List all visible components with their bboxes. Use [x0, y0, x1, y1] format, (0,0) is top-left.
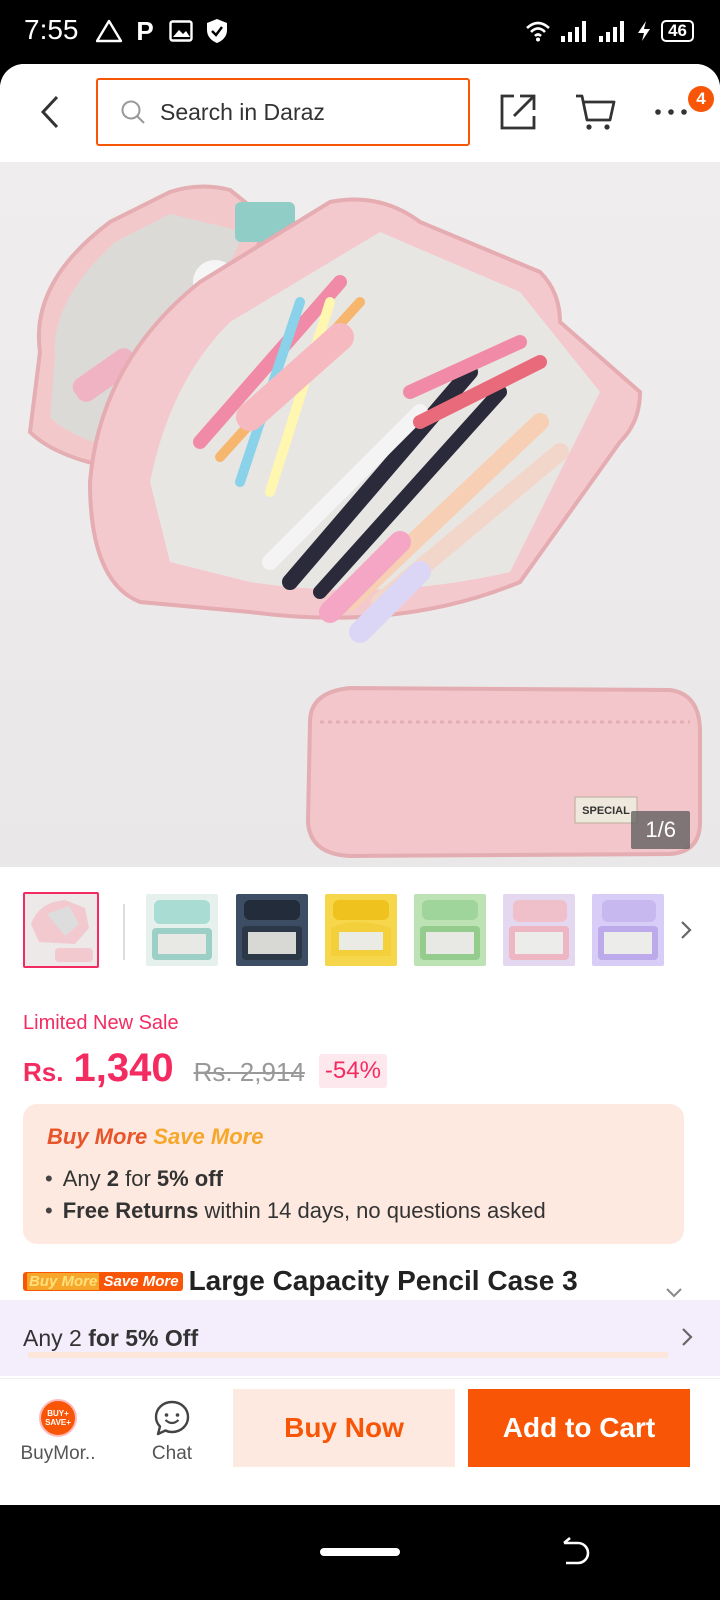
buy-more-button[interactable]: BUY+ SAVE+ BuyMor.. [8, 1399, 108, 1479]
thumbnail-image [146, 894, 218, 966]
search-input[interactable]: Search in Daraz [96, 78, 470, 146]
parking-icon: P [136, 15, 154, 46]
chat-icon [154, 1400, 190, 1436]
thumbnail-image [25, 894, 97, 966]
signal-icon [559, 18, 589, 44]
buy-more-save-more-logo: Buy More Save More [47, 1124, 264, 1149]
thumbnail-1[interactable] [23, 892, 99, 968]
thumbnail-image [414, 894, 486, 966]
offer-text: Any 2 for 5% Off [23, 1324, 199, 1351]
thumbnail-image [592, 894, 664, 966]
price-currency: Rs. [23, 1057, 64, 1087]
buy-more-icon: BUY+ SAVE+ [39, 1399, 77, 1437]
signal-icon-2 [597, 18, 627, 44]
share-icon [500, 94, 536, 130]
wifi-icon [525, 18, 551, 44]
system-nav-bar [0, 1505, 720, 1600]
free-returns-line: • Free Returns within 14 days, no questi… [45, 1198, 546, 1223]
buy-more-save-more-card[interactable]: Buy More Save More • Any 2 for 5% off • … [23, 1104, 684, 1244]
thumbnail-5[interactable] [414, 894, 486, 966]
chevron-right-icon [682, 1328, 693, 1346]
thumbnail-next-button[interactable] [672, 912, 700, 948]
home-gesture-pill[interactable] [320, 1548, 400, 1556]
thumbnail-image [325, 894, 397, 966]
offer-strip[interactable]: Any 2 for 5% Off [0, 1300, 720, 1376]
charging-icon [635, 18, 653, 44]
image-counter: 1/6 [631, 811, 690, 849]
thumbnail-6[interactable] [503, 894, 575, 966]
chevron-left-icon [40, 95, 59, 129]
search-placeholder: Search in Daraz [160, 98, 325, 125]
share-button[interactable] [490, 84, 546, 140]
chevron-right-icon [681, 921, 692, 939]
more-dots-icon [655, 109, 687, 115]
special-label: SPECIAL [582, 805, 630, 817]
rotate-icon[interactable] [556, 1535, 592, 1571]
price-row: Rs. 1,340 Rs. 2,914 -54% [23, 1046, 387, 1091]
offer-progress-bar [28, 1352, 668, 1358]
buy-more-label: BuyMor.. [20, 1443, 96, 1464]
thumbnail-4[interactable] [325, 894, 397, 966]
thumbnail-7[interactable] [592, 894, 664, 966]
cart-icon [576, 94, 616, 130]
chat-button[interactable]: Chat [122, 1399, 222, 1479]
notification-badge: 4 [688, 86, 714, 112]
product-page: Search in Daraz 4 SPECIAL 1/6 Limited Ne… [0, 64, 720, 1505]
bottom-action-bar: BUY+ SAVE+ BuyMor.. Chat Buy Now Add to … [0, 1378, 720, 1505]
status-bar: 7:55 P 46 [0, 0, 720, 64]
status-system-icons: 46 [525, 18, 694, 44]
search-icon [121, 100, 145, 124]
buy-now-button[interactable]: Buy Now [233, 1389, 455, 1467]
status-time: 7:55 [24, 14, 79, 45]
thumbnail-image [503, 894, 575, 966]
buy-more-save-more-badge: Buy More Save More [23, 1272, 183, 1291]
warning-icon [96, 18, 122, 44]
add-to-cart-button[interactable]: Add to Cart [468, 1389, 690, 1467]
product-image: SPECIAL [27, 184, 702, 859]
shield-icon [204, 18, 230, 44]
product-image-carousel[interactable]: SPECIAL 1/6 [0, 162, 720, 867]
thumbnail-image [236, 894, 308, 966]
original-price: Rs. 2,914 [193, 1057, 305, 1087]
cart-button[interactable] [567, 84, 623, 140]
sale-label: Limited New Sale [23, 1012, 179, 1034]
thumbnail-2[interactable] [146, 894, 218, 966]
battery-level: 46 [661, 20, 694, 42]
thumbnail-3[interactable] [236, 894, 308, 966]
top-header: Search in Daraz 4 [0, 64, 720, 162]
back-button[interactable] [30, 90, 70, 134]
image-icon [168, 18, 194, 44]
promo-offer-line: • Any 2 for 5% off [45, 1166, 223, 1191]
thumbnail-divider [123, 904, 125, 960]
current-price: 1,340 [73, 1046, 174, 1090]
chat-label: Chat [151, 1443, 193, 1464]
status-notification-icons: P [96, 15, 230, 46]
thumbnail-strip [0, 882, 720, 978]
discount-badge: -54% [318, 1054, 387, 1088]
